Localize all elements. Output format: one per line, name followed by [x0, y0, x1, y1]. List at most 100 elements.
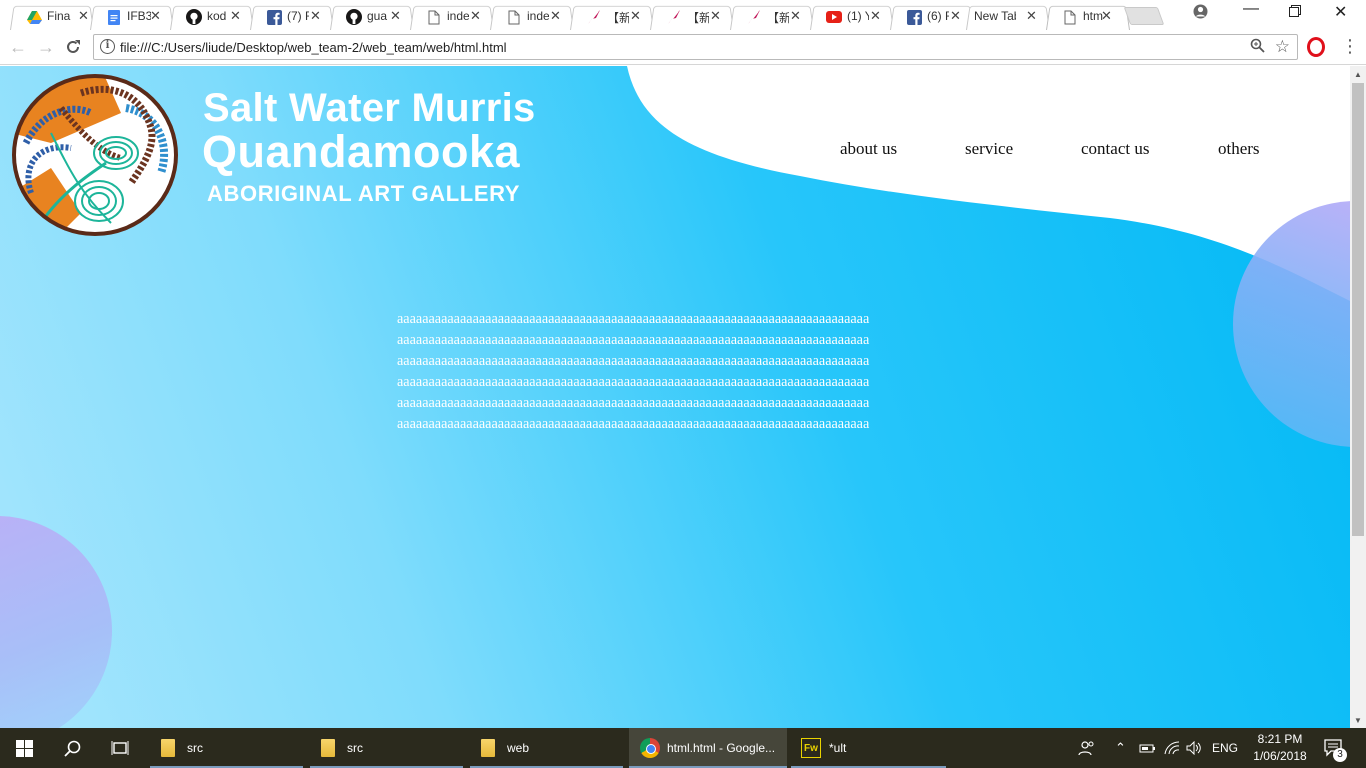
clock[interactable]: 8:21 PM 1/06/2018 — [1250, 731, 1310, 765]
task-view-icon[interactable] — [96, 728, 144, 768]
browser-tab[interactable]: inde ✕ — [410, 3, 494, 30]
close-icon[interactable]: ✕ — [230, 8, 241, 24]
browser-tab[interactable]: Fina ✕ — [10, 3, 94, 30]
close-icon[interactable]: ✕ — [78, 8, 89, 24]
folder-icon — [321, 739, 335, 757]
close-icon[interactable]: ✕ — [710, 8, 721, 24]
scroll-up-icon[interactable]: ▲ — [1354, 70, 1362, 79]
windows-taskbar: src src web html.html - Google... Fw *ul… — [0, 728, 1366, 768]
body-text-line: aaaaaaaaaaaaaaaaaaaaaaaaaaaaaaaaaaaaaaaa… — [397, 311, 870, 327]
window-close-icon[interactable]: ✕ — [1334, 2, 1347, 22]
windows-start-icon[interactable] — [0, 728, 48, 768]
browser-toolbar: ← → i file:///C:/Users/liude/Desktop/web… — [0, 30, 1366, 65]
google-docs-icon — [106, 9, 122, 25]
body-paragraph: aaaaaaaaaaaaaaaaaaaaaaaaaaaaaaaaaaaaaaaa… — [397, 309, 957, 435]
nav-link-others[interactable]: others — [1218, 139, 1260, 159]
clock-date: 1/06/2018 — [1253, 749, 1307, 763]
address-bar[interactable]: i file:///C:/Users/liude/Desktop/web_tea… — [93, 34, 1298, 60]
scrollbar-thumb[interactable] — [1352, 83, 1364, 536]
youtube-icon — [826, 9, 842, 25]
close-icon[interactable]: ✕ — [950, 8, 961, 24]
close-icon[interactable]: ✕ — [470, 8, 481, 24]
nav-link-contact-us[interactable]: contact us — [1081, 139, 1149, 159]
feather-icon — [586, 9, 602, 25]
chevron-up-icon[interactable]: ⌃ — [1115, 728, 1126, 768]
close-icon[interactable]: ✕ — [150, 8, 161, 24]
browser-tab[interactable]: gua ✕ — [330, 3, 414, 30]
menu-icon[interactable]: ⋮ — [1341, 36, 1359, 57]
close-icon[interactable]: ✕ — [310, 8, 321, 24]
bookmark-star-icon[interactable]: ☆ — [1275, 37, 1290, 57]
notification-count-badge: 3 — [1333, 748, 1347, 762]
opera-extension-icon[interactable] — [1307, 37, 1325, 57]
tab-strip: Fina ✕ IFB3 ✕ kod ✕ (7) F ✕ gua ✕ inde ✕… — [0, 0, 1366, 30]
tab-title: inde — [527, 9, 549, 23]
back-icon[interactable]: ← — [6, 36, 30, 58]
browser-tab[interactable]: IFB3 ✕ — [90, 3, 174, 30]
brand-title-line2: Quandamooka — [202, 126, 521, 177]
tab-title: kod — [207, 9, 227, 23]
browser-tab[interactable]: 【新 ✕ — [570, 3, 654, 30]
battery-icon[interactable] — [1139, 728, 1157, 768]
nav-link-about-us[interactable]: about us — [840, 139, 897, 159]
browser-tab[interactable]: kod ✕ — [170, 3, 254, 30]
page-icon — [506, 9, 522, 25]
tab-title: (1) Y — [847, 9, 869, 23]
close-icon[interactable]: ✕ — [1026, 8, 1037, 24]
people-icon[interactable] — [1078, 728, 1096, 768]
close-icon[interactable]: ✕ — [790, 8, 801, 24]
browser-tab[interactable]: (1) Y ✕ — [810, 3, 894, 30]
reload-icon[interactable] — [61, 36, 85, 58]
scroll-down-icon[interactable]: ▼ — [1354, 716, 1362, 725]
folder-icon — [161, 739, 175, 757]
new-tab-button[interactable] — [1123, 7, 1165, 25]
tab-title: (6) F — [927, 9, 949, 23]
taskbar-app[interactable]: web — [470, 728, 623, 768]
taskbar-app-label: src — [187, 741, 203, 755]
tab-title: New Tab — [974, 9, 1016, 23]
restore-icon[interactable] — [1289, 4, 1301, 20]
taskbar-app[interactable]: src — [150, 728, 303, 768]
decorative-circle — [0, 516, 112, 728]
taskbar-app-active[interactable]: html.html - Google... — [629, 728, 787, 768]
close-icon[interactable]: ✕ — [550, 8, 561, 24]
profile-icon[interactable] — [1193, 4, 1208, 22]
wifi-icon[interactable] — [1164, 728, 1180, 768]
close-icon[interactable]: ✕ — [1101, 8, 1112, 24]
browser-tab[interactable]: 【新 ✕ — [730, 3, 814, 30]
taskbar-app-label: html.html - Google... — [667, 741, 776, 755]
address-text[interactable]: file:///C:/Users/liude/Desktop/web_team-… — [120, 40, 507, 55]
tab-title: Fina — [47, 9, 71, 23]
feather-icon — [666, 9, 682, 25]
minimize-icon[interactable]: — — [1243, 0, 1259, 18]
taskbar-app[interactable]: src — [310, 728, 463, 768]
nav-link-service[interactable]: service — [965, 139, 1013, 159]
browser-tab[interactable]: (6) F ✕ — [890, 3, 974, 30]
taskbar-app-label: src — [347, 741, 363, 755]
search-icon[interactable] — [48, 728, 96, 768]
brand-title-line1: Salt Water Murris — [203, 86, 536, 130]
browser-tab-active[interactable]: htm ✕ — [1046, 3, 1130, 30]
language-indicator[interactable]: ENG — [1212, 728, 1238, 768]
close-icon[interactable]: ✕ — [870, 8, 881, 24]
close-icon[interactable]: ✕ — [630, 8, 641, 24]
tab-title: IFB3 — [127, 9, 151, 23]
forward-icon[interactable]: → — [34, 36, 58, 58]
page-icon — [426, 9, 442, 25]
browser-tab[interactable]: inde ✕ — [490, 3, 574, 30]
facebook-icon — [266, 9, 282, 25]
browser-tab[interactable]: 【新 ✕ — [650, 3, 734, 30]
browser-tab[interactable]: (7) F ✕ — [250, 3, 334, 30]
taskbar-app[interactable]: Fw *ult — [791, 728, 946, 768]
zoom-icon[interactable] — [1250, 38, 1265, 57]
body-text-line: aaaaaaaaaaaaaaaaaaaaaaaaaaaaaaaaaaaaaaaa… — [397, 353, 870, 369]
browser-tab[interactable]: New Tab ✕ — [966, 3, 1050, 30]
info-icon[interactable]: i — [100, 39, 115, 54]
folder-icon — [481, 739, 495, 757]
brand-subtitle: ABORIGINAL ART GALLERY — [207, 181, 521, 206]
vertical-scrollbar[interactable]: ▲ ▼ — [1350, 66, 1366, 728]
taskbar-app-label: *ult — [829, 741, 847, 755]
page-viewport: Salt Water Murris Quandamooka ABORIGINAL… — [0, 66, 1350, 728]
close-icon[interactable]: ✕ — [390, 8, 401, 24]
volume-icon[interactable] — [1186, 728, 1202, 768]
